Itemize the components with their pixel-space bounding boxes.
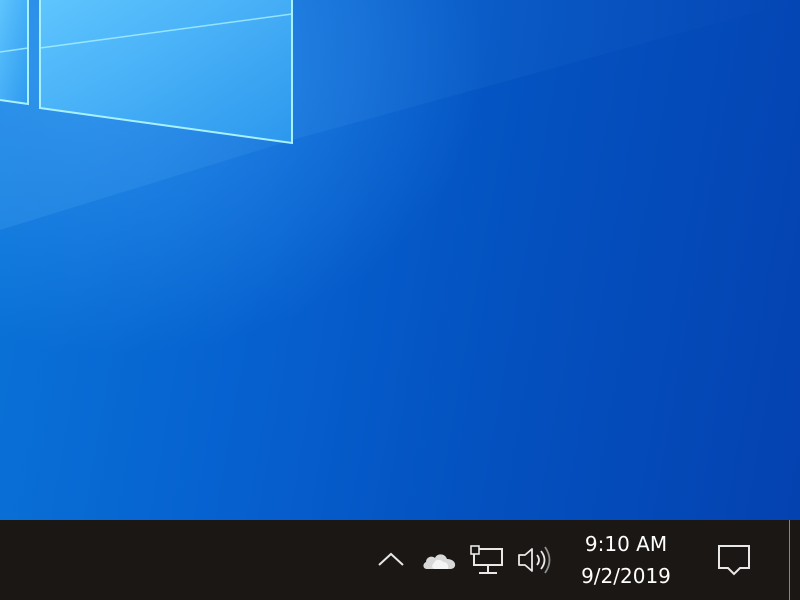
show-hidden-icons-button[interactable]	[372, 540, 410, 580]
volume-icon	[518, 546, 551, 574]
notification-icon	[718, 545, 750, 576]
taskbar-clock[interactable]: 9:10 AM 9/2/2019	[568, 524, 684, 596]
desktop-wallpaper	[0, 0, 800, 520]
action-center-button[interactable]	[710, 536, 758, 584]
clock-date: 9/2/2019	[581, 564, 671, 588]
show-desktop-divider	[789, 520, 790, 600]
volume-button[interactable]	[512, 540, 556, 580]
show-desktop-button[interactable]	[788, 520, 800, 600]
onedrive-button[interactable]	[418, 540, 460, 580]
chevron-up-icon	[378, 552, 404, 566]
windows-logo-art	[0, 0, 800, 230]
network-icon	[470, 545, 503, 574]
clock-time: 9:10 AM	[584, 532, 668, 556]
network-button[interactable]	[466, 540, 508, 580]
onedrive-icon	[423, 554, 456, 569]
